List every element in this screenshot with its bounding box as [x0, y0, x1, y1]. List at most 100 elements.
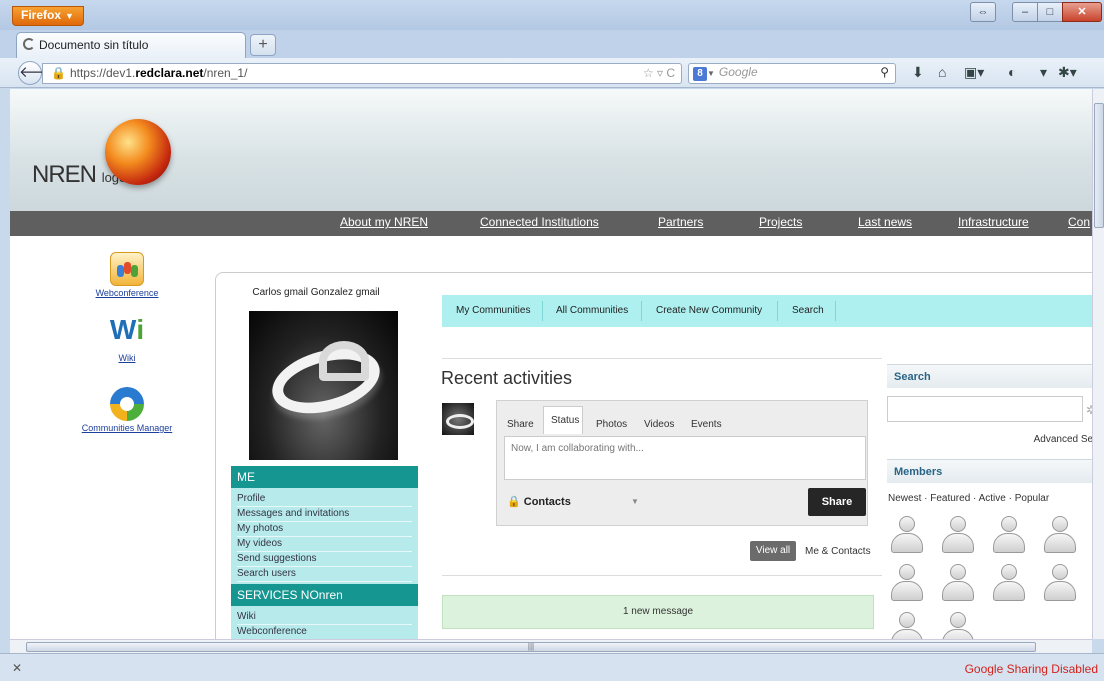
tab-my-communities[interactable]: My Communities: [456, 305, 530, 316]
navigation-toolbar: 🡐 🔒 https://dev1.redclara.net/nren_1/ ☆ ▿…: [0, 58, 1104, 88]
url-bar[interactable]: 🔒 https://dev1.redclara.net/nren_1/ ☆ ▿ C: [42, 63, 682, 84]
member-avatar[interactable]: [993, 516, 1025, 558]
url-prefix: https://dev1.: [69, 66, 136, 80]
user-thumbnail[interactable]: [442, 403, 474, 435]
share-tab-photos[interactable]: Photos: [596, 419, 627, 430]
user-avatar[interactable]: [249, 311, 398, 460]
share-button[interactable]: Share: [808, 488, 866, 516]
menu-about[interactable]: About my NREN: [340, 215, 428, 229]
maximize-button[interactable]: □: [1037, 2, 1063, 22]
community-tabs: My Communities All Communities Create Ne…: [442, 295, 1092, 327]
profile-side-menu: ME Profile Messages and invitations My p…: [231, 466, 418, 639]
member-avatar[interactable]: [942, 612, 974, 639]
member-avatar[interactable]: [891, 564, 923, 606]
side-app-communities-manager[interactable]: Communities Manager: [72, 387, 182, 433]
tab-create-community[interactable]: Create New Community: [656, 305, 762, 316]
view-all-button[interactable]: View all: [750, 541, 796, 561]
member-avatar[interactable]: [942, 564, 974, 606]
new-tab-button[interactable]: +: [250, 34, 276, 56]
download-icon[interactable]: ⬇: [912, 64, 924, 81]
member-avatar[interactable]: [891, 612, 923, 639]
bookmark-star-icon[interactable]: ☆: [643, 66, 654, 80]
search-icon[interactable]: ⚲: [880, 65, 889, 79]
reload-icon[interactable]: C: [666, 66, 675, 80]
tab-search[interactable]: Search: [792, 305, 824, 316]
menu-link-wiki[interactable]: Wiki: [237, 610, 412, 625]
share-tab-videos[interactable]: Videos: [644, 419, 674, 430]
addon-icon[interactable]: ◐: [1008, 64, 1016, 80]
menu-link-search-users[interactable]: Search users: [237, 567, 412, 582]
webconference-link[interactable]: Webconference: [72, 288, 182, 298]
side-app-wiki[interactable]: Wi Wiki: [72, 315, 182, 364]
menu-contact[interactable]: Con: [1068, 215, 1090, 229]
member-filters[interactable]: Newest · Featured · Active · Popular: [888, 493, 1092, 504]
dropdown-icon[interactable]: ▿: [657, 66, 663, 80]
url-domain: redclara.net: [135, 66, 204, 80]
menu-link-profile[interactable]: Profile: [237, 492, 412, 507]
communities-manager-link[interactable]: Communities Manager: [72, 423, 182, 433]
share-tab-events[interactable]: Events: [691, 419, 722, 430]
tab-title: Documento sin título: [39, 38, 149, 52]
me-menu-header: ME: [231, 466, 418, 488]
menu-connected-institutions[interactable]: Connected Institutions: [480, 215, 599, 229]
advanced-search-link[interactable]: Advanced Sear: [887, 434, 1092, 445]
menu-link-photos[interactable]: My photos: [237, 522, 412, 537]
main-content: Carlos gmail Gonzalez gmail ME Profile M…: [215, 272, 1092, 639]
main-menu: About my NREN Connected Institutions Par…: [10, 211, 1092, 236]
member-avatar[interactable]: [891, 516, 923, 558]
member-avatar[interactable]: [993, 564, 1025, 606]
tab-all-communities[interactable]: All Communities: [556, 305, 628, 316]
firefox-menu-button[interactable]: Firefox ▼: [12, 6, 84, 26]
member-avatar[interactable]: [1044, 516, 1076, 558]
minimize-button[interactable]: –: [1012, 2, 1038, 22]
share-tab-status[interactable]: Status: [543, 406, 583, 434]
horizontal-scrollbar[interactable]: |||: [10, 639, 1092, 653]
share-tab-share[interactable]: Share: [507, 419, 534, 430]
extension-icon[interactable]: ✱▾: [1058, 64, 1077, 81]
menu-infrastructure[interactable]: Infrastructure: [958, 215, 1029, 229]
scroll-thumb[interactable]: [1094, 103, 1104, 228]
title-bar: Firefox ▼ ⇔ – □ ✕: [0, 0, 1104, 30]
members-header: Members: [887, 459, 1092, 483]
vertical-scrollbar[interactable]: [1092, 89, 1104, 639]
menu-link-suggestions[interactable]: Send suggestions: [237, 552, 412, 567]
menu-link-webconference[interactable]: Webconference: [237, 625, 412, 639]
member-avatar[interactable]: [942, 516, 974, 558]
browser-tab[interactable]: Documento sin título: [16, 32, 246, 58]
menu-projects[interactable]: Projects: [759, 215, 802, 229]
wiki-link[interactable]: Wiki: [72, 353, 182, 363]
user-name: Carlos gmail Gonzalez gmail: [252, 287, 380, 298]
chevron-down-icon[interactable]: ▼: [631, 497, 639, 506]
menu-link-videos[interactable]: My videos: [237, 537, 412, 552]
menu-link-messages[interactable]: Messages and invitations: [237, 507, 412, 522]
side-app-webconference[interactable]: Webconference: [72, 252, 182, 298]
scroll-thumb[interactable]: |||: [26, 642, 1036, 652]
menu-partners[interactable]: Partners: [658, 215, 703, 229]
status-input[interactable]: Now, I am collaborating with...: [504, 436, 866, 480]
member-avatar[interactable]: [1044, 564, 1076, 606]
tab-strip: Documento sin título +: [0, 30, 1104, 58]
home-icon[interactable]: ⌂: [938, 64, 946, 80]
new-message-notice[interactable]: 1 new message: [442, 595, 874, 629]
google-sharing-status[interactable]: Google Sharing Disabled: [965, 662, 1098, 676]
google-engine-icon[interactable]: 8: [693, 67, 707, 81]
filter-me-contacts[interactable]: Me & Contacts: [805, 546, 871, 557]
privacy-label: Contacts: [523, 496, 571, 508]
chevron-down-icon[interactable]: ▾: [1040, 64, 1047, 81]
tab-groups-button[interactable]: ⇔: [970, 2, 996, 22]
member-search-input[interactable]: [887, 396, 1083, 422]
close-window-button[interactable]: ✕: [1062, 2, 1102, 22]
services-menu-header: SERVICES NOnren: [231, 584, 418, 606]
menu-last-news[interactable]: Last news: [858, 215, 912, 229]
back-button[interactable]: 🡐: [18, 61, 59, 85]
close-icon[interactable]: ✕: [12, 661, 22, 675]
engine-dropdown-icon[interactable]: ▼: [707, 69, 715, 78]
privacy-selector[interactable]: 🔒 Contacts: [507, 495, 571, 508]
search-header: Search: [887, 364, 1092, 388]
communities-manager-icon: [110, 387, 144, 421]
bookmarks-menu-icon[interactable]: ▣▾: [964, 64, 984, 81]
share-box: Share Status Photos Videos Events Now, I…: [496, 400, 868, 526]
status-bar: ✕ Google Sharing Disabled: [0, 653, 1104, 681]
search-bar[interactable]: 8 ▼ Google ⚲: [688, 63, 896, 84]
me-menu-list: Profile Messages and invitations My phot…: [231, 488, 418, 584]
